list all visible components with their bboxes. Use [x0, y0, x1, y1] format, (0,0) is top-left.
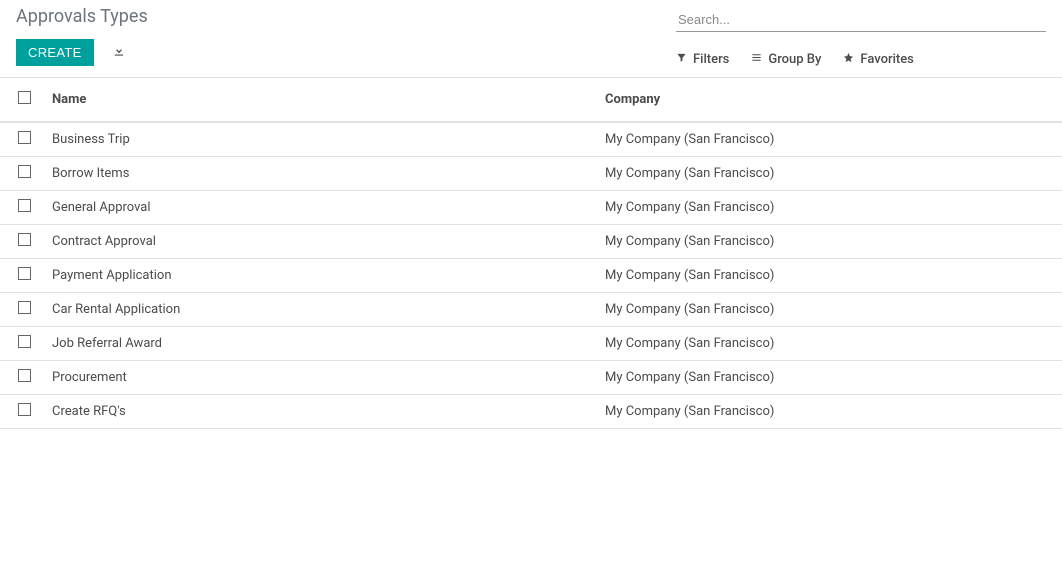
row-company: My Company (San Francisco) [597, 395, 1062, 429]
row-company: My Company (San Francisco) [597, 122, 1062, 157]
row-company: My Company (San Francisco) [597, 327, 1062, 361]
row-company: My Company (San Francisco) [597, 191, 1062, 225]
create-button[interactable]: CREATE [16, 39, 94, 66]
table-row[interactable]: Borrow ItemsMy Company (San Francisco) [0, 157, 1062, 191]
select-all-checkbox[interactable] [18, 91, 31, 104]
row-name: Car Rental Application [44, 293, 597, 327]
row-name: Business Trip [44, 122, 597, 157]
approvals-table: Name Company Business TripMy Company (Sa… [0, 78, 1062, 429]
row-company: My Company (San Francisco) [597, 259, 1062, 293]
list-icon [751, 52, 762, 67]
row-checkbox[interactable] [18, 131, 31, 144]
row-name: Payment Application [44, 259, 597, 293]
row-checkbox[interactable] [18, 165, 31, 178]
row-checkbox[interactable] [18, 403, 31, 416]
download-icon[interactable] [112, 44, 126, 62]
table-row[interactable]: Create RFQ'sMy Company (San Francisco) [0, 395, 1062, 429]
table-row[interactable]: Job Referral AwardMy Company (San Franci… [0, 327, 1062, 361]
row-checkbox[interactable] [18, 369, 31, 382]
funnel-icon [676, 52, 687, 67]
row-company: My Company (San Francisco) [597, 157, 1062, 191]
groupby-button[interactable]: Group By [751, 52, 821, 67]
row-name: Procurement [44, 361, 597, 395]
row-name: General Approval [44, 191, 597, 225]
column-header-name[interactable]: Name [44, 78, 597, 122]
row-name: Borrow Items [44, 157, 597, 191]
row-checkbox[interactable] [18, 335, 31, 348]
table-row[interactable]: General ApprovalMy Company (San Francisc… [0, 191, 1062, 225]
table-row[interactable]: Contract ApprovalMy Company (San Francis… [0, 225, 1062, 259]
row-name: Contract Approval [44, 225, 597, 259]
filters-label: Filters [693, 52, 729, 67]
table-row[interactable]: ProcurementMy Company (San Francisco) [0, 361, 1062, 395]
row-company: My Company (San Francisco) [597, 293, 1062, 327]
search-input[interactable] [676, 8, 1046, 32]
favorites-label: Favorites [860, 52, 913, 67]
table-row[interactable]: Car Rental ApplicationMy Company (San Fr… [0, 293, 1062, 327]
row-company: My Company (San Francisco) [597, 225, 1062, 259]
row-company: My Company (San Francisco) [597, 361, 1062, 395]
page-title: Approvals Types [16, 6, 676, 27]
star-icon [843, 52, 854, 67]
row-checkbox[interactable] [18, 199, 31, 212]
row-name: Job Referral Award [44, 327, 597, 361]
favorites-button[interactable]: Favorites [843, 52, 913, 67]
column-header-company[interactable]: Company [597, 78, 1062, 122]
row-checkbox[interactable] [18, 267, 31, 280]
table-row[interactable]: Payment ApplicationMy Company (San Franc… [0, 259, 1062, 293]
groupby-label: Group By [768, 52, 821, 67]
row-checkbox[interactable] [18, 233, 31, 246]
row-name: Create RFQ's [44, 395, 597, 429]
filters-button[interactable]: Filters [676, 52, 729, 67]
table-row[interactable]: Business TripMy Company (San Francisco) [0, 122, 1062, 157]
row-checkbox[interactable] [18, 301, 31, 314]
